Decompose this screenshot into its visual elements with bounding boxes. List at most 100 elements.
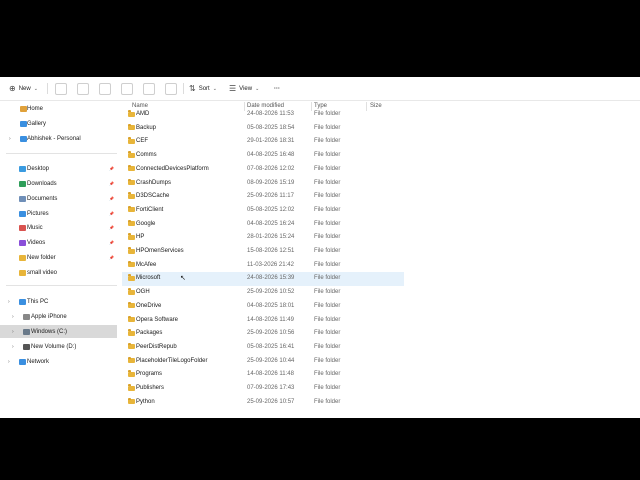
sidebar-item-home[interactable]: Home — [0, 102, 117, 115]
file-name: Programs — [136, 371, 163, 378]
file-type: File folder — [314, 179, 341, 186]
pin-icon[interactable]: 📌 — [109, 240, 114, 245]
file-type: File folder — [314, 111, 341, 117]
sidebar-item-label: This PC — [27, 298, 49, 305]
table-row[interactable]: HP 28-01-2026 15:24 File folder — [122, 231, 404, 245]
folder-icon — [128, 397, 135, 405]
table-row[interactable]: PeerDistRepub 05-08-2025 16:41 File folder — [122, 340, 404, 354]
pin-icon[interactable]: 📌 — [109, 196, 114, 201]
table-row[interactable]: Opera Software 14-08-2026 11:49 File folde… — [122, 313, 404, 327]
table-row[interactable]: Backup 05-08-2025 18:54 File folder — [122, 121, 404, 135]
folder-icon — [128, 356, 135, 364]
sidebar-item-windows-c[interactable]: › Windows (C:) — [0, 325, 117, 338]
table-row[interactable]: Python 25-09-2026 10:57 File folder — [122, 395, 404, 409]
expand-chevron-icon[interactable]: › — [12, 329, 14, 335]
file-type: File folder — [314, 234, 341, 241]
sidebar-item-downloads[interactable]: Downloads 📌 — [0, 177, 117, 190]
table-row[interactable]: CrashDumps 08-09-2026 15:19 File folder — [122, 176, 404, 190]
view-button[interactable]: ☰ View ⌄ — [229, 81, 259, 96]
table-row[interactable]: Google 04-08-2025 16:24 File folder — [122, 217, 404, 231]
phone-icon — [23, 313, 30, 320]
file-name: Google — [136, 220, 156, 227]
table-row[interactable]: HPOmenServices 15-08-2026 12:51 File folde… — [122, 245, 404, 259]
sidebar-item-videos[interactable]: Videos 📌 — [0, 236, 117, 249]
folder-icon — [128, 329, 135, 336]
pin-icon[interactable]: 📌 — [109, 255, 114, 260]
pin-icon[interactable]: 📌 — [109, 211, 114, 216]
copy-icon[interactable] — [77, 83, 89, 95]
file-type: File folder — [314, 275, 341, 282]
sort-label: Sort — [198, 85, 210, 92]
table-row[interactable]: FortiClient 05-08-2025 12:02 File folder — [122, 203, 404, 217]
folder-icon — [128, 260, 135, 268]
file-type: File folder — [314, 261, 341, 268]
pin-icon[interactable]: 📌 — [109, 166, 114, 171]
sidebar-item-label: Desktop — [27, 165, 50, 172]
sidebar-item-desktop[interactable]: Desktop 📌 — [0, 162, 117, 175]
sidebar-item-label: Downloads — [27, 180, 57, 187]
file-name: HP — [136, 234, 145, 241]
pictures-icon — [19, 210, 26, 217]
new-button[interactable]: ⊕ New ⌄ — [9, 81, 38, 96]
sidebar-item-label: Windows (C:) — [31, 328, 68, 335]
sidebar-item-gallery[interactable]: Gallery — [0, 117, 117, 130]
sidebar-item-documents[interactable]: Documents 📌 — [0, 192, 117, 205]
table-row[interactable]: CEF 29-01-2026 18:31 File folder — [122, 135, 404, 149]
file-name: D3DSCache — [136, 193, 170, 200]
file-date-modified: 05-08-2025 12:02 — [247, 206, 295, 213]
expand-chevron-icon[interactable]: › — [12, 314, 14, 320]
sidebar-item-music[interactable]: Music 📌 — [0, 221, 117, 234]
file-date-modified: 25-09-2026 10:56 — [247, 330, 295, 337]
sidebar-item-abhishek-personal[interactable]: › Abhishek - Personal — [0, 132, 117, 145]
sidebar-item-new-volume-d[interactable]: › New Volume (D:) — [0, 340, 117, 353]
nav-divider — [6, 285, 117, 286]
file-date-modified: 14-08-2026 11:49 — [247, 316, 294, 323]
sidebar-item-network[interactable]: › Network — [0, 355, 117, 368]
table-row[interactable]: AMD 24-08-2026 11:53 File folder — [122, 108, 404, 122]
folder-icon — [128, 247, 135, 254]
table-row[interactable]: Packages 25-09-2026 10:56 File folder — [122, 327, 404, 341]
sidebar-item-this-pc[interactable]: › This PC — [0, 295, 117, 308]
sidebar-item-pictures[interactable]: Pictures 📌 — [0, 207, 117, 220]
file-date-modified: 15-08-2026 12:51 — [247, 248, 295, 254]
share-icon[interactable] — [143, 83, 155, 95]
expand-chevron-icon[interactable]: › — [9, 136, 11, 142]
paste-icon[interactable] — [99, 83, 111, 95]
music-icon — [19, 224, 26, 231]
folder-icon — [128, 164, 135, 172]
delete-icon[interactable] — [165, 83, 177, 95]
table-row[interactable]: Microsoft 24-08-2026 15:39 File folder ↖ — [122, 271, 404, 286]
cut-icon[interactable] — [55, 83, 67, 95]
expand-chevron-icon[interactable]: › — [8, 299, 10, 305]
downloads-icon — [19, 180, 26, 187]
table-row[interactable]: OneDrive 04-08-2025 18:01 File folder — [122, 299, 404, 313]
table-row[interactable]: OGH 25-09-2026 10:52 File folder — [122, 286, 404, 300]
sidebar-item-new-folder[interactable]: New folder 📌 — [0, 251, 117, 264]
more-icon: ··· — [274, 85, 280, 92]
table-row[interactable]: Comms 04-08-2025 16:48 File folder — [122, 149, 404, 163]
sidebar-item-label: small video — [27, 269, 58, 276]
file-name: Publishers — [136, 385, 165, 391]
file-name: ConnectedDevicesPlatform — [136, 165, 209, 172]
sidebar-item-apple-iphone[interactable]: › Apple iPhone — [0, 310, 117, 323]
table-row[interactable]: ConnectedDevicesPlatform 07-08-2026 12:02… — [122, 162, 404, 176]
expand-chevron-icon[interactable]: › — [8, 359, 10, 365]
sidebar-item-small-video[interactable]: small video — [0, 266, 117, 279]
view-icon: ☰ — [229, 84, 237, 93]
table-row[interactable]: D3DSCache 25-09-2026 11:17 File folder — [122, 190, 404, 204]
file-type: File folder — [314, 193, 341, 200]
sidebar-item-label: Home — [27, 105, 44, 112]
pin-icon[interactable]: 📌 — [109, 225, 114, 230]
table-row[interactable]: Programs 14-08-2026 11:48 File folder — [122, 368, 404, 382]
expand-chevron-icon[interactable]: › — [12, 344, 14, 350]
drive-icon — [23, 328, 30, 335]
folder-icon — [128, 219, 135, 227]
file-date-modified: 04-08-2025 18:01 — [247, 302, 295, 309]
table-row[interactable]: PlaceholderTileLogoFolder 25-09-2026 10:4… — [122, 354, 404, 368]
sort-button[interactable]: ⇅ Sort ⌄ — [189, 81, 217, 96]
table-row[interactable]: McAfee 11-03-2026 21:42 File folder — [122, 258, 404, 272]
pin-icon[interactable]: 📌 — [109, 181, 114, 186]
rename-icon[interactable] — [121, 83, 133, 95]
table-row[interactable]: Publishers 07-09-2026 17:43 File folder — [122, 382, 404, 396]
more-options-button[interactable]: ··· — [274, 81, 280, 96]
